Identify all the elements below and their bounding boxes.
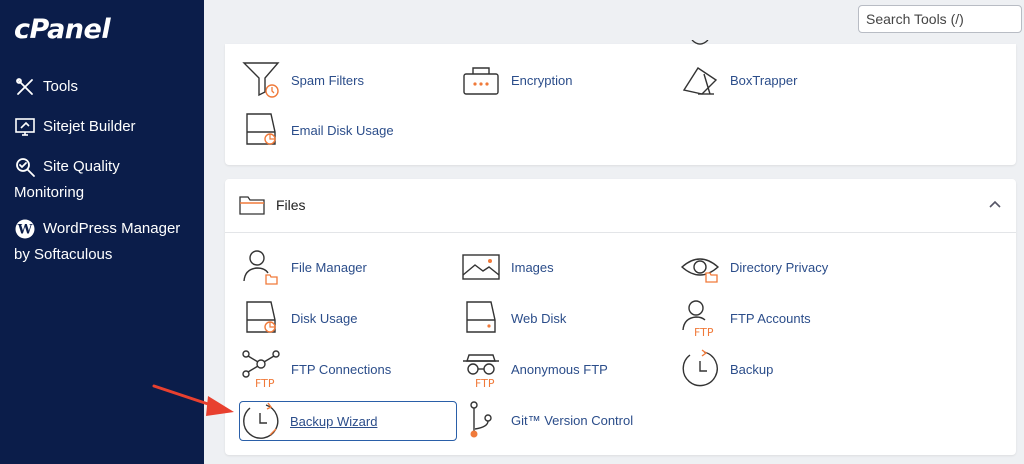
tool-email-disk-usage[interactable]: Email Disk Usage — [241, 110, 394, 150]
tool-spam-filters[interactable]: Spam Filters — [241, 60, 364, 100]
ftp-tag: FTP — [694, 326, 714, 338]
sidebar-item-label: WordPress Manager — [43, 220, 181, 237]
tool-anonymous-ftp[interactable]: FTP Anonymous FTP — [461, 349, 608, 389]
tool-ftp-connections[interactable]: FTP FTP Connections — [241, 349, 391, 389]
spam-filter-icon — [242, 62, 280, 98]
tool-label: Git™ Version Control — [511, 412, 634, 428]
tool-backup-wizard[interactable]: Backup Wizard — [239, 401, 457, 441]
sidebar-item-label-line2: Monitoring — [14, 184, 85, 201]
git-icon — [470, 401, 492, 438]
red-arrow-annotation — [152, 384, 234, 416]
magnifier-icon — [16, 158, 35, 177]
tool-label: Disk Usage — [291, 310, 358, 326]
tool-label: Directory Privacy — [730, 259, 829, 275]
tool-web-disk[interactable]: Web Disk — [461, 298, 566, 338]
tool-encryption[interactable]: Encryption — [461, 60, 572, 100]
files-panel: Files File Manager Images Directory Priv… — [225, 179, 1016, 455]
sidebar-item-wordpress[interactable]: W WordPress Manager by Softaculous — [14, 216, 199, 268]
chevron-up-icon[interactable] — [988, 197, 1002, 211]
tool-label: File Manager — [291, 259, 367, 275]
tool-git-version-control[interactable]: Git™ Version Control — [461, 400, 633, 440]
tool-label: FTP Accounts — [730, 310, 811, 326]
cpanel-logo[interactable]: cPanel — [14, 14, 111, 45]
sidebar-item-sitejet[interactable]: Sitejet Builder — [14, 114, 199, 140]
web-disk-icon — [466, 301, 496, 333]
tool-file-manager[interactable]: File Manager — [241, 247, 367, 287]
tool-label: Spam Filters — [291, 72, 364, 88]
tool-directory-privacy[interactable]: Directory Privacy — [680, 247, 828, 287]
tool-images[interactable]: Images — [461, 247, 554, 287]
disk-usage-icon — [246, 113, 276, 145]
images-icon — [462, 254, 500, 280]
tool-boxtrapper[interactable]: BoxTrapper — [680, 60, 797, 100]
tool-label: BoxTrapper — [730, 72, 798, 88]
search-tools-input[interactable] — [858, 5, 1022, 33]
tool-label: Images — [511, 259, 554, 275]
wordpress-icon: W — [15, 219, 35, 239]
sidebar-item-label: Sitejet Builder — [43, 118, 136, 135]
sidebar-item-label: Tools — [43, 78, 79, 95]
ftp-tag: FTP — [255, 377, 275, 389]
ftp-tag: FTP — [475, 377, 495, 389]
tool-label: Backup — [730, 361, 774, 377]
file-manager-icon — [243, 250, 278, 285]
panel-title: Files — [276, 197, 306, 213]
ftp-accounts-icon: FTP — [682, 300, 714, 338]
eye-icon — [680, 258, 720, 283]
tool-label: Email Disk Usage — [291, 122, 394, 138]
disk-usage-icon — [246, 301, 276, 333]
sitejet-icon — [15, 118, 35, 136]
boxtrapper-icon — [682, 67, 718, 95]
files-panel-header[interactable]: Files — [225, 179, 1016, 233]
email-panel: Spam Filters Encryption BoxTrapper Email… — [225, 40, 1016, 165]
tool-label: Backup Wizard — [290, 413, 378, 429]
tool-label: Anonymous FTP — [511, 361, 608, 377]
sidebar-item-label-line2: by Softaculous — [14, 246, 113, 263]
svg-text:W: W — [17, 223, 33, 238]
encryption-icon — [463, 67, 499, 95]
tool-label: Web Disk — [511, 310, 567, 326]
ftp-connections-icon: FTP — [242, 350, 280, 389]
sidebar-item-tools[interactable]: Tools — [14, 74, 199, 100]
tool-label: FTP Connections — [291, 361, 392, 377]
tools-icon — [16, 78, 33, 95]
anonymous-ftp-icon: FTP — [463, 354, 499, 389]
tool-label: Encryption — [511, 72, 573, 88]
tool-disk-usage[interactable]: Disk Usage — [241, 298, 357, 338]
sidebar-item-site-quality[interactable]: Site Quality Monitoring — [14, 154, 199, 206]
tool-backup[interactable]: Backup — [680, 349, 773, 389]
tool-ftp-accounts[interactable]: FTP FTP Accounts — [680, 298, 811, 338]
backup-wizard-icon — [243, 402, 279, 439]
folder-icon — [239, 196, 265, 215]
partial-icon — [691, 40, 709, 45]
backup-icon — [682, 349, 718, 387]
sidebar-item-label: Site Quality — [43, 158, 120, 175]
